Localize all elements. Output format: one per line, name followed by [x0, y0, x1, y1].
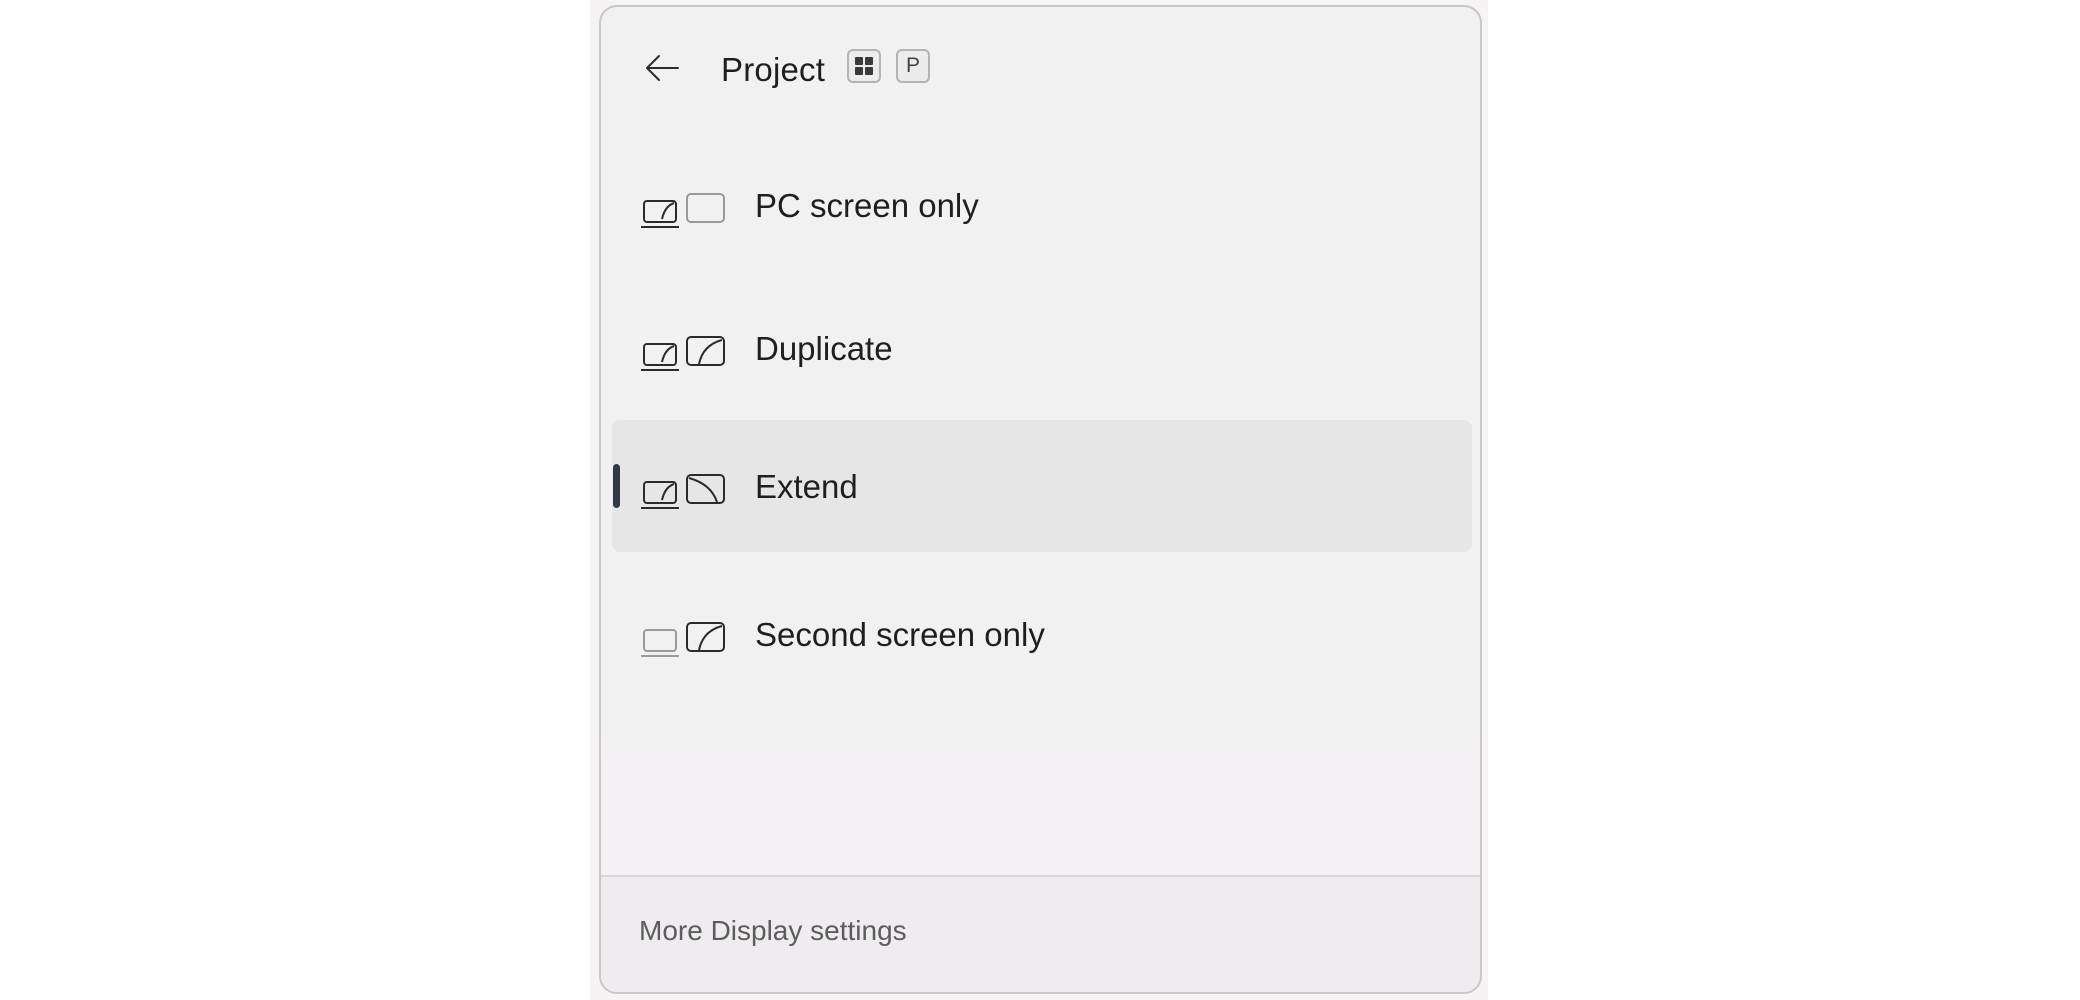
- option-label: PC screen only: [755, 187, 979, 224]
- page-title: Project: [721, 51, 826, 88]
- flyout-footer: More Display settings: [601, 877, 1480, 992]
- option-extend[interactable]: Extend: [612, 420, 1472, 552]
- duplicate-icon: [641, 336, 725, 371]
- windows-key-badge: [847, 49, 881, 83]
- p-key-badge: P: [896, 49, 930, 83]
- arrow-left-icon: [646, 55, 679, 81]
- more-display-settings-link[interactable]: More Display settings: [639, 911, 907, 951]
- option-pc-screen-only[interactable]: PC screen only: [612, 141, 1472, 273]
- project-flyout: Project P PC screen only Duplicate Exten…: [599, 5, 1482, 994]
- extend-icon: [641, 474, 725, 509]
- flyout-header: Project P: [601, 7, 1480, 127]
- option-label: Duplicate: [755, 330, 893, 367]
- windows-logo-icon: [855, 57, 873, 75]
- option-duplicate[interactable]: Duplicate: [612, 284, 1472, 416]
- option-second-screen-only[interactable]: Second screen only: [612, 570, 1472, 702]
- selection-indicator: [613, 464, 620, 508]
- pc-screen-only-icon: [641, 193, 725, 228]
- screen: Project P PC screen only Duplicate Exten…: [0, 0, 2080, 1000]
- option-label: Extend: [755, 468, 858, 505]
- second-screen-only-icon: [641, 622, 725, 657]
- option-label: Second screen only: [755, 616, 1045, 653]
- back-button[interactable]: [639, 45, 685, 91]
